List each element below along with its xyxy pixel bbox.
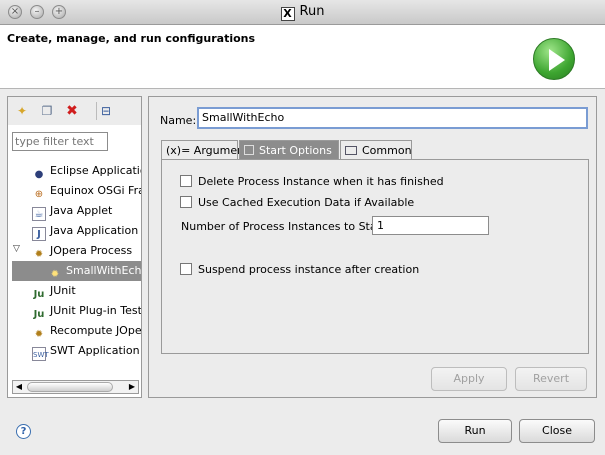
name-label: Name: xyxy=(160,114,197,127)
scrollbar-thumb[interactable] xyxy=(27,382,113,392)
run-banner-icon xyxy=(533,38,575,80)
tab-common[interactable]: Common xyxy=(340,140,412,160)
horizontal-scrollbar[interactable]: ◀ ▶ xyxy=(12,380,139,394)
swt-icon: SWT xyxy=(32,347,49,361)
java-app-icon: J xyxy=(32,227,46,241)
tree-item-java-application[interactable]: J Java Application xyxy=(32,221,138,241)
suspend-option[interactable]: Suspend process instance after creation xyxy=(180,263,419,276)
title-bar: × – + X Run xyxy=(0,0,605,25)
jopera-config-icon: ✹ xyxy=(50,269,60,280)
new-config-icon[interactable]: ✦ xyxy=(14,103,30,119)
recompute-icon: ✹ xyxy=(34,329,44,340)
tab-arguments[interactable]: (x)= Arguments xyxy=(161,140,254,160)
apply-button[interactable]: Apply xyxy=(431,367,507,391)
common-icon xyxy=(345,146,357,155)
eclipse-icon: ● xyxy=(34,169,44,180)
junit-icon: Ju xyxy=(33,289,45,300)
use-cached-option[interactable]: Use Cached Execution Data if Available xyxy=(180,196,414,209)
scroll-right-icon[interactable]: ▶ xyxy=(126,381,138,393)
suspend-checkbox[interactable] xyxy=(180,263,192,275)
config-toolbar: ✦ ❐ ✖ ⊟ xyxy=(8,97,141,125)
tab-start-options[interactable]: Start Options xyxy=(239,140,339,160)
close-button[interactable]: Close xyxy=(519,419,595,443)
tree-item-jopera-process[interactable]: ✹ JOpera Process xyxy=(32,241,132,261)
tree-item-java-applet[interactable]: ☕ Java Applet xyxy=(32,201,112,221)
toolbar-separator xyxy=(96,102,97,120)
scroll-left-icon[interactable]: ◀ xyxy=(13,381,25,393)
java-applet-icon: ☕ xyxy=(32,207,46,221)
tree-item-eclipse-application[interactable]: ●Eclipse Application xyxy=(32,161,141,181)
tree-item-recompute-jopera[interactable]: ✹Recompute JOpera xyxy=(32,321,141,341)
use-cached-checkbox[interactable] xyxy=(180,196,192,208)
start-options-icon xyxy=(244,145,254,155)
config-tree: ●Eclipse Application ⊕Equinox OSGi Fran … xyxy=(8,161,141,376)
configuration-list-panel: ✦ ❐ ✖ ⊟ ●Eclipse Application ⊕Equinox OS… xyxy=(7,96,142,398)
delete-instance-option[interactable]: Delete Process Instance when it has fini… xyxy=(180,175,444,188)
banner-text: Create, manage, and run configurations xyxy=(7,32,256,45)
expand-toggle-icon[interactable]: ▽ xyxy=(13,244,20,254)
delete-instance-checkbox[interactable] xyxy=(180,175,192,187)
help-icon[interactable]: ? xyxy=(16,424,31,439)
filter-input[interactable] xyxy=(12,132,108,151)
instances-label: Number of Process Instances to Start: xyxy=(181,220,390,233)
jopera-icon: ✹ xyxy=(34,249,44,260)
duplicate-config-icon[interactable]: ❐ xyxy=(39,103,55,119)
instances-field[interactable]: 1 xyxy=(372,216,489,235)
junit-plugin-icon: Ju xyxy=(33,309,45,320)
collapse-all-icon[interactable]: ⊟ xyxy=(98,103,114,119)
header-banner: Create, manage, and run configurations xyxy=(0,25,605,89)
revert-button[interactable]: Revert xyxy=(515,367,587,391)
osgi-icon: ⊕ xyxy=(34,189,44,200)
configuration-editor: Name: SmallWithEcho (x)= Arguments Start… xyxy=(148,96,597,398)
tree-item-equinox-osgi[interactable]: ⊕Equinox OSGi Fran xyxy=(32,181,141,201)
name-field[interactable]: SmallWithEcho xyxy=(197,107,588,129)
tree-item-smallwithecho[interactable]: ✹ SmallWithEcho xyxy=(12,261,141,281)
tree-item-swt-application[interactable]: SWTSWT Application xyxy=(32,341,140,361)
x11-icon: X xyxy=(280,7,295,21)
tree-item-junit-plugin[interactable]: Ju JUnit Plug-in Test xyxy=(32,301,141,321)
window-title: Run xyxy=(299,4,325,19)
start-options-panel: Delete Process Instance when it has fini… xyxy=(161,159,589,354)
window-title-wrap: X Run xyxy=(0,4,605,21)
delete-config-icon[interactable]: ✖ xyxy=(64,103,80,119)
run-button[interactable]: Run xyxy=(438,419,512,443)
tree-item-junit[interactable]: Ju JUnit xyxy=(32,281,76,301)
